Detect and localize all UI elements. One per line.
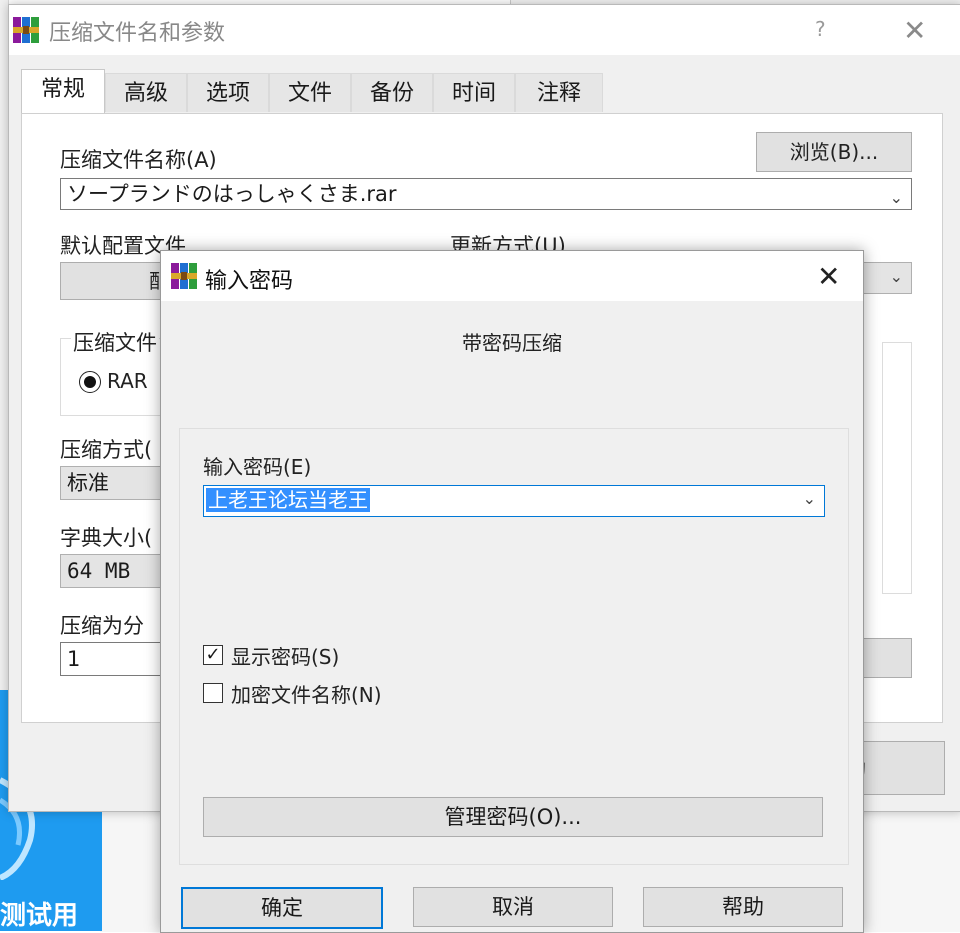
ok-button[interactable]: 确定 <box>181 887 383 929</box>
checkmark-icon: ✓ <box>205 644 221 665</box>
show-password-label: 显示密码(S) <box>231 645 340 669</box>
set-password-button[interactable] <box>862 638 912 678</box>
dict-size-combo[interactable]: 64 MB <box>60 554 176 588</box>
method-combo[interactable]: 标准 <box>60 466 176 500</box>
rar-radio-label: RAR <box>107 369 148 393</box>
app-tile-label: 测试用 <box>0 901 79 931</box>
tab-general[interactable]: 常规 <box>21 69 105 116</box>
rar-radio[interactable] <box>79 371 101 393</box>
method-label: 压缩方式( <box>60 438 153 462</box>
main-titlebar: 压缩文件名和参数 ? ✕ <box>9 5 960 55</box>
winrar-icon <box>171 263 197 289</box>
update-mode-combo[interactable]: ⌄ <box>862 262 912 294</box>
main-close-button[interactable]: ✕ <box>903 17 926 45</box>
main-title: 压缩文件名和参数 <box>49 21 226 46</box>
split-label: 压缩为分 <box>60 614 144 638</box>
show-password-checkbox[interactable]: ✓ <box>203 645 223 665</box>
manage-passwords-button[interactable]: 管理密码(O)... <box>203 797 823 837</box>
help-button[interactable]: 帮助 <box>643 887 843 927</box>
password-value: 上老王论坛当老王 <box>206 488 370 512</box>
chevron-down-icon: ⌄ <box>889 188 903 207</box>
archive-name-combo[interactable]: ソープランドのはっしゃくさま.rar ⌄ <box>60 178 912 210</box>
chevron-down-icon: ⌄ <box>802 489 816 508</box>
format-group: 压缩文件 RAR <box>60 327 172 416</box>
password-input[interactable]: 上老王论坛当老王 ⌄ <box>203 485 825 517</box>
password-titlebar: 输入密码 ✕ <box>161 251 863 301</box>
archive-name-value: ソープランドのはっしゃくさま.rar <box>67 182 397 206</box>
tab-options[interactable]: 选项 <box>187 73 269 112</box>
enter-password-dialog: 输入密码 ✕ 带密码压缩 输入密码(E) 上老王论坛当老王 ⌄ ✓ 显示密码(S… <box>160 250 864 933</box>
profiles-button[interactable]: 配 <box>60 262 170 300</box>
format-group-label: 压缩文件 <box>71 327 159 357</box>
tab-backup[interactable]: 备份 <box>351 73 433 112</box>
archive-name-label: 压缩文件名称(A) <box>60 148 217 172</box>
chevron-down-icon: ⌄ <box>889 267 903 286</box>
cancel-button[interactable]: 取消 <box>413 887 613 927</box>
tab-comment[interactable]: 注释 <box>515 73 603 112</box>
winrar-icon <box>13 17 39 43</box>
help-title-button[interactable]: ? <box>815 17 826 41</box>
tab-advanced[interactable]: 高级 <box>105 73 187 112</box>
password-heading: 带密码压缩 <box>462 331 562 355</box>
tab-files[interactable]: 文件 <box>269 73 351 112</box>
dict-size-label: 字典大小( <box>60 526 153 550</box>
password-close-button[interactable]: ✕ <box>817 263 840 291</box>
enter-password-label: 输入密码(E) <box>203 455 312 479</box>
encrypt-names-checkbox[interactable] <box>203 683 223 703</box>
encrypt-names-label: 加密文件名称(N) <box>231 683 382 707</box>
tab-time[interactable]: 时间 <box>433 73 515 112</box>
browse-button[interactable]: 浏览(B)... <box>756 132 912 172</box>
split-combo[interactable]: 1 <box>60 642 176 676</box>
options-group <box>882 342 912 594</box>
password-dialog-title: 输入密码 <box>205 269 294 294</box>
